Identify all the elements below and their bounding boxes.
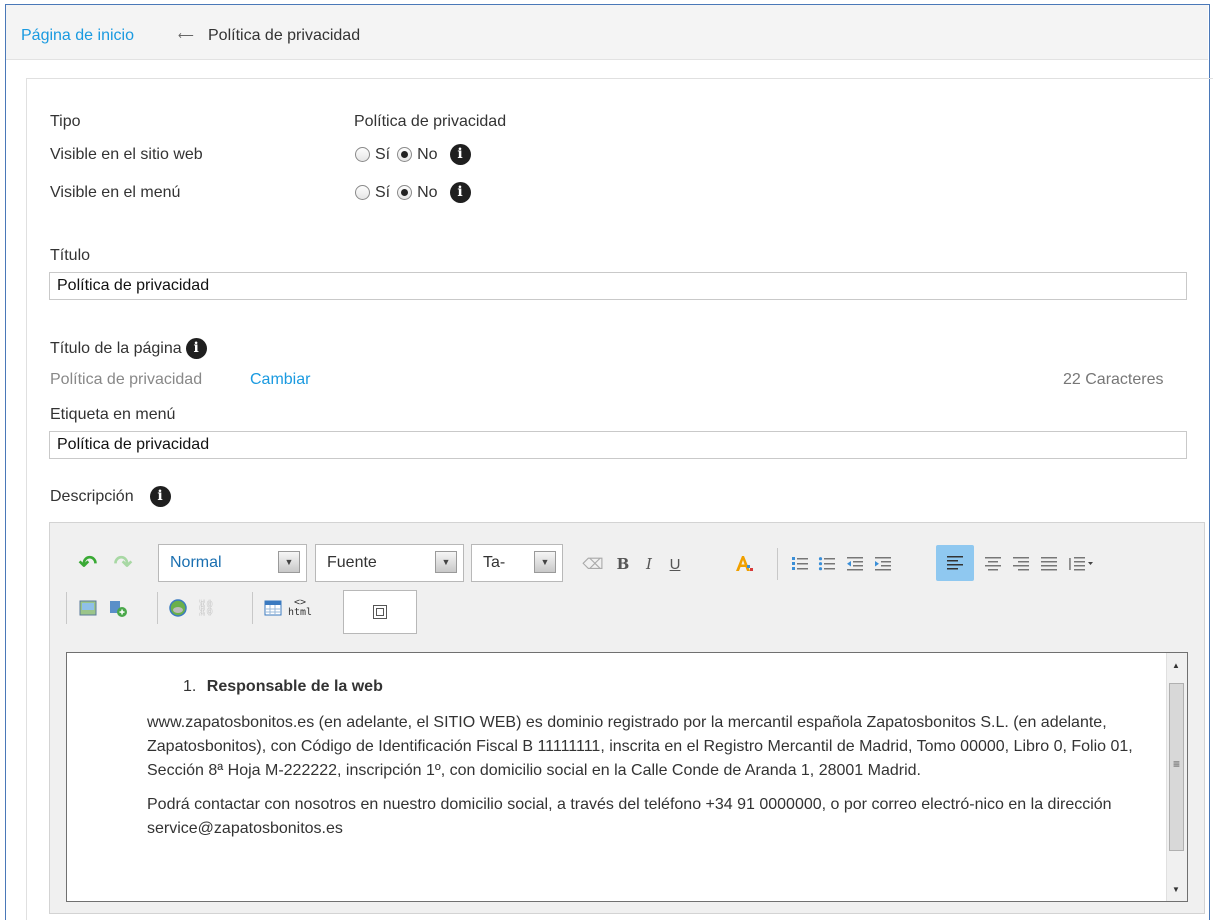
chevron-down-icon[interactable]: ▼ xyxy=(278,551,300,573)
visible-web-yes-radio[interactable] xyxy=(355,147,370,162)
editor-content[interactable]: 1. Responsable de la web www.zapatosboni… xyxy=(66,652,1188,902)
visible-web-yes-label[interactable]: Sí xyxy=(375,146,390,164)
add-plugin-icon[interactable] xyxy=(107,597,129,619)
grip-icon: ≡ xyxy=(1173,757,1181,771)
title-label: Título xyxy=(50,247,91,264)
link-icon[interactable] xyxy=(167,597,189,619)
page-title-heading: Título de la página i xyxy=(50,338,207,359)
visible-web-no-label[interactable]: No xyxy=(417,146,437,164)
title-input[interactable] xyxy=(49,272,1187,300)
align-left-icon[interactable] xyxy=(936,545,974,581)
info-icon[interactable]: i xyxy=(185,338,207,359)
visible-web-radio-group: Sí No i xyxy=(355,144,471,165)
info-icon[interactable]: i xyxy=(149,486,171,507)
visible-web-label: Visible en el sitio web xyxy=(50,146,203,163)
visible-menu-yes-label[interactable]: Sí xyxy=(375,184,390,202)
editor-text: 1. Responsable de la web www.zapatosboni… xyxy=(147,653,1159,841)
indent-icon[interactable] xyxy=(872,553,894,575)
font-select[interactable]: Fuente ▼ xyxy=(315,544,464,582)
maximize-icon xyxy=(373,605,387,619)
format-select[interactable]: Normal ▼ xyxy=(158,544,307,582)
breadcrumb-separator-icon: ⟵ xyxy=(178,30,194,42)
visible-menu-no-radio[interactable] xyxy=(397,185,413,200)
visible-menu-yes-radio[interactable] xyxy=(355,185,370,200)
visible-web-no-radio[interactable] xyxy=(397,147,413,162)
outdent-icon[interactable] xyxy=(844,553,866,575)
numbered-list-icon[interactable] xyxy=(789,553,811,575)
toolbar-divider xyxy=(777,548,778,580)
chevron-down-icon[interactable]: ▼ xyxy=(534,551,556,573)
bold-icon[interactable]: B xyxy=(612,553,634,575)
table-icon[interactable] xyxy=(262,597,284,619)
type-label: Tipo xyxy=(50,113,81,130)
format-select-value: Normal xyxy=(170,554,222,571)
size-select[interactable]: Ta- ▼ xyxy=(471,544,563,582)
underline-icon[interactable]: U xyxy=(664,553,686,575)
eraser-icon[interactable]: ⌫ xyxy=(582,553,604,575)
menu-label-input[interactable] xyxy=(49,431,1187,459)
scroll-down-icon[interactable]: ▼ xyxy=(1172,885,1180,894)
visible-menu-radio-group: Sí No i xyxy=(355,182,471,203)
font-select-value: Fuente xyxy=(327,554,377,571)
unlink-icon[interactable]: ⛓ xyxy=(195,597,217,619)
align-right-icon[interactable] xyxy=(1010,553,1032,575)
line-height-icon[interactable] xyxy=(1066,553,1096,575)
italic-icon[interactable]: I xyxy=(638,553,660,575)
breadcrumb: Página de inicio ⟵ Política de privacida… xyxy=(6,5,1208,60)
visible-menu-label: Visible en el menú xyxy=(50,184,181,201)
editor-scrollbar[interactable]: ▲ ≡ ▼ xyxy=(1166,653,1187,901)
char-count: 22 Caracteres xyxy=(1063,371,1164,388)
align-center-icon[interactable] xyxy=(982,553,1004,575)
list-number: 1. xyxy=(183,678,197,695)
description-label: Descripción xyxy=(50,487,134,505)
bullet-list-icon[interactable] xyxy=(816,553,838,575)
undo-icon[interactable]: ↶ xyxy=(77,551,99,576)
fullscreen-button[interactable] xyxy=(343,590,417,634)
menu-label-label: Etiqueta en menú xyxy=(50,406,176,423)
align-justify-icon[interactable] xyxy=(1038,553,1060,575)
info-icon[interactable]: i xyxy=(449,182,471,203)
content-paragraph-1: www.zapatosbonitos.es (en adelante, el S… xyxy=(147,714,1133,779)
size-select-value: Ta- xyxy=(483,554,506,571)
image-icon[interactable] xyxy=(77,597,99,619)
toolbar-divider xyxy=(252,592,253,624)
text-color-icon[interactable] xyxy=(732,553,754,575)
description-heading: Descripción i xyxy=(50,486,171,507)
page-title-value: Política de privacidad xyxy=(50,371,203,388)
chevron-down-icon[interactable]: ▼ xyxy=(435,551,457,573)
content-heading: Responsable de la web xyxy=(206,678,383,695)
change-link[interactable]: Cambiar xyxy=(250,371,310,389)
breadcrumb-home-link[interactable]: Página de inicio xyxy=(21,27,134,45)
type-value: Política de privacidad xyxy=(354,113,507,130)
page-title-label: Título de la página xyxy=(50,339,182,357)
content-paragraph-2: Podrá contactar con nosotros en nuestro … xyxy=(147,796,1112,837)
html-source-icon[interactable]: <> html xyxy=(287,593,313,623)
breadcrumb-current: Política de privacidad xyxy=(208,27,361,44)
redo-icon[interactable]: ↷ xyxy=(112,551,134,576)
scroll-up-icon[interactable]: ▲ xyxy=(1172,661,1180,670)
toolbar-divider xyxy=(66,592,67,624)
toolbar-divider xyxy=(157,592,158,624)
list-item: 1. Responsable de la web xyxy=(183,675,1159,699)
info-icon[interactable]: i xyxy=(449,144,471,165)
visible-menu-no-label[interactable]: No xyxy=(417,184,437,202)
